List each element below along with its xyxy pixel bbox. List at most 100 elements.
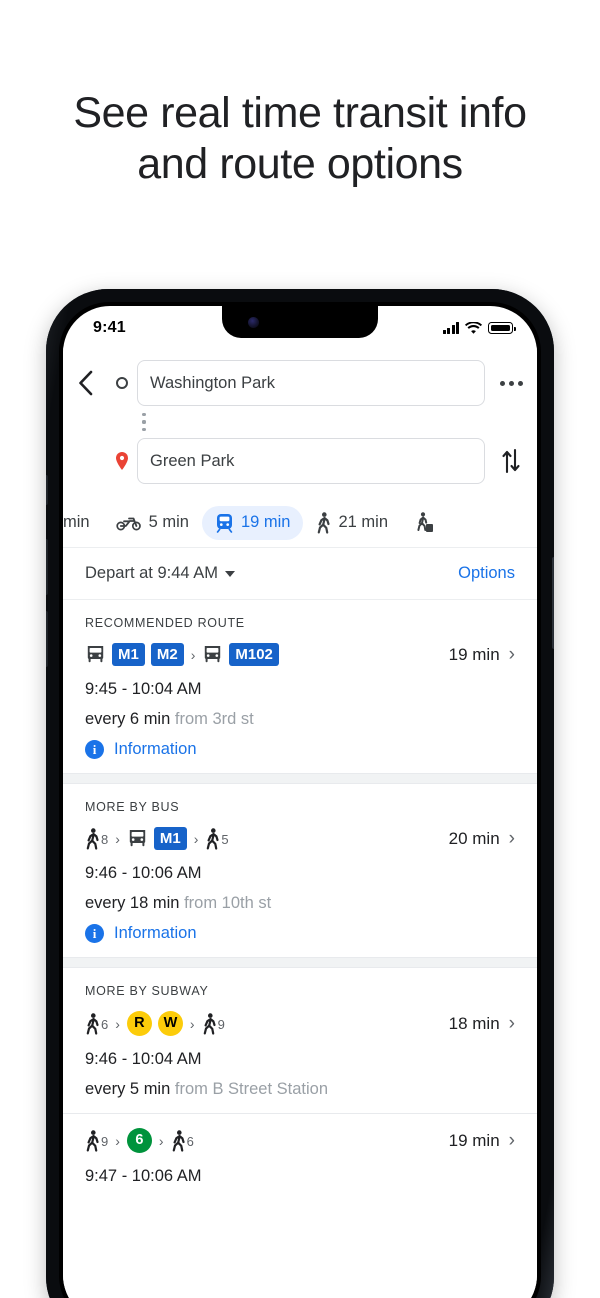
route-times: 9:46 - 10:04 AM xyxy=(85,1050,202,1068)
phone-inner-bezel: 9:41 Washington Park Green Park min 5 mi… xyxy=(59,302,541,1298)
tab-transit-label: 19 min xyxy=(240,513,291,531)
rideshare-person-icon xyxy=(417,512,434,532)
walk-leg: 8 xyxy=(85,827,109,850)
information-link[interactable]: i Information xyxy=(85,740,515,759)
walk-leg: 9 xyxy=(202,1012,225,1035)
leg-separator-icon: › xyxy=(115,830,120,847)
leg-separator-icon: › xyxy=(193,830,199,847)
subway-line-badge: W xyxy=(157,1011,183,1036)
status-time: 9:41 xyxy=(93,319,126,336)
mute-switch[interactable] xyxy=(46,475,48,505)
transport-mode-tabs: min 5 min 19 min 21 min xyxy=(63,498,537,548)
route-times: 9:46 - 10:06 AM xyxy=(85,864,202,882)
depart-time-selector[interactable]: Depart at 9:44 AM xyxy=(85,564,235,583)
swap-vertical-icon[interactable] xyxy=(485,448,537,474)
tab-driving[interactable]: min xyxy=(63,506,103,539)
motorcycle-icon xyxy=(115,517,141,531)
information-link[interactable]: i Information xyxy=(85,924,515,943)
walk-leg: 9 xyxy=(85,1129,109,1152)
tab-motorcycle[interactable]: 5 min xyxy=(103,506,202,539)
information-icon: i xyxy=(85,924,104,943)
route-frequency: every 5 min from B Street Station xyxy=(85,1080,515,1099)
route-duration-group: 20 min › xyxy=(449,829,515,849)
section-divider xyxy=(63,957,537,968)
route-duration: 18 min xyxy=(448,1013,500,1033)
walking-icon xyxy=(86,1012,99,1035)
route-badge: M1 xyxy=(153,827,187,850)
bus-icon xyxy=(87,646,104,663)
route-duration-group: 18 min › xyxy=(449,1014,515,1034)
subway-line-badge: 6 xyxy=(126,1128,152,1153)
walking-icon xyxy=(203,1012,216,1035)
route-row[interactable]: 8 › M1 › 5 20 min › xyxy=(85,827,515,850)
route-times: 9:47 - 10:06 AM xyxy=(85,1167,202,1185)
depart-time-label: Depart at 9:44 AM xyxy=(85,564,218,582)
depart-bar: Depart at 9:44 AM Options xyxy=(63,548,537,600)
page-title: See real time transit info and route opt… xyxy=(0,88,600,190)
route-row[interactable]: 9 › 6 › 6 19 min › xyxy=(85,1128,515,1153)
route-duration: 19 min xyxy=(448,644,500,664)
more-options-icon[interactable] xyxy=(485,380,537,386)
route-legs: 6 › R W › 9 xyxy=(85,1011,225,1036)
back-chevron-icon[interactable] xyxy=(63,370,107,396)
destination-input[interactable]: Green Park xyxy=(137,438,485,484)
section-title: MORE BY BUS xyxy=(85,800,180,814)
route-results-list[interactable]: RECOMMENDED ROUTE M1 M2 › M102 19 min › … xyxy=(63,600,537,1298)
tab-rideshare[interactable] xyxy=(401,505,441,540)
section-title: RECOMMENDED ROUTE xyxy=(85,616,245,630)
phone-notch xyxy=(222,306,378,338)
walk-minutes: 5 xyxy=(221,832,229,847)
leg-separator-icon: › xyxy=(189,1015,195,1032)
section-more-by-bus: MORE BY BUS 8 › M1 › 5 20 min › 9:46 - 1… xyxy=(63,784,537,957)
chevron-right-icon: › xyxy=(508,828,515,849)
walk-minutes: 8 xyxy=(101,832,109,847)
origin-circle-icon xyxy=(107,377,137,389)
chevron-right-icon: › xyxy=(508,644,515,665)
information-label: Information xyxy=(114,740,197,758)
volume-up-button[interactable] xyxy=(46,539,48,595)
tab-walking-label: 21 min xyxy=(338,513,389,531)
route-legs: 8 › M1 › 5 xyxy=(85,827,229,850)
power-button[interactable] xyxy=(552,557,554,649)
chevron-down-icon xyxy=(225,570,235,577)
walk-minutes: 6 xyxy=(101,1017,109,1032)
route-duration-group: 19 min › xyxy=(449,645,515,665)
route-search-header: Washington Park Green Park xyxy=(63,346,537,497)
route-frequency-rest: from B Street Station xyxy=(174,1080,329,1098)
battery-icon xyxy=(488,322,516,334)
destination-row: Green Park xyxy=(63,435,537,487)
walking-icon xyxy=(86,827,99,850)
route-badge: M102 xyxy=(229,643,279,666)
cellular-signal-icon xyxy=(442,322,459,334)
options-link[interactable]: Options xyxy=(458,564,515,583)
route-row[interactable]: 6 › R W › 9 18 min › xyxy=(85,1011,515,1036)
route-row[interactable]: M1 M2 › M102 19 min › xyxy=(85,643,515,666)
walk-leg: 6 xyxy=(171,1129,194,1152)
bus-icon xyxy=(205,646,221,663)
page-title-line-2: and route options xyxy=(137,140,463,188)
phone-mockup: 9:41 Washington Park Green Park min 5 mi… xyxy=(46,289,554,1298)
chevron-right-icon: › xyxy=(508,1130,515,1151)
route-legs: M1 M2 › M102 xyxy=(85,643,279,666)
transit-train-icon xyxy=(216,513,233,533)
leg-separator-icon: › xyxy=(190,646,196,663)
tab-walking[interactable]: 21 min xyxy=(303,505,401,541)
tab-transit[interactable]: 19 min xyxy=(201,505,304,540)
volume-down-button[interactable] xyxy=(46,611,48,667)
tab-motorcycle-label: 5 min xyxy=(148,513,189,531)
route-times: 9:45 - 10:04 AM xyxy=(85,680,202,698)
route-frequency-strong: every 6 min xyxy=(85,710,171,728)
leg-separator-icon: › xyxy=(158,1132,164,1149)
section-more-by-subway: MORE BY SUBWAY 6 › R W › 9 18 min › 9:46… xyxy=(63,968,537,1113)
page-title-line-1: See real time transit info xyxy=(73,89,527,137)
route-duration: 20 min xyxy=(448,828,500,848)
walk-minutes: 9 xyxy=(101,1134,109,1149)
walking-icon xyxy=(172,1129,185,1152)
subway-line-badge: R xyxy=(126,1011,152,1036)
route-frequency-strong: every 18 min xyxy=(85,894,180,912)
bus-icon xyxy=(129,830,146,847)
leg-separator-icon: › xyxy=(115,1015,120,1032)
origin-input[interactable]: Washington Park xyxy=(137,360,485,406)
route-duration-group: 19 min › xyxy=(449,1131,515,1151)
walking-icon xyxy=(318,511,331,534)
